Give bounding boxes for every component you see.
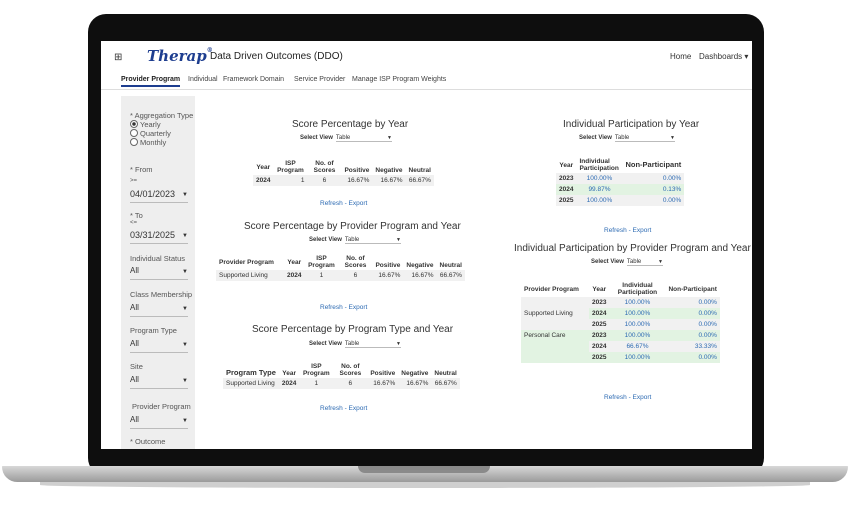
class-membership-label: Class Membership (130, 290, 193, 299)
table-row: Supported Living 2024 1 6 16.67% 16.67% 66.67% (223, 378, 460, 390)
to-operator: <= (130, 220, 138, 226)
filter-sidebar: * Aggregation Type Yearly Quarterly Mont… (121, 96, 195, 449)
site-select[interactable]: All ▼ (130, 375, 188, 389)
score-by-year-table: Year ISP Program No. of Scores Positive Nega… (253, 159, 434, 187)
page-title: Data Driven Outcomes (DDO) (210, 51, 343, 62)
radio-unchecked-icon (130, 138, 138, 146)
radio-monthly[interactable]: Monthly (130, 138, 166, 147)
tab-bar: Provider Program Individual Framework Do… (101, 73, 752, 90)
chevron-down-icon: ▼ (182, 418, 188, 424)
tab-individual[interactable]: Individual (188, 76, 218, 83)
individual-status-label: Individual Status (130, 254, 186, 263)
refresh-export-link[interactable]: Refresh - Export (320, 304, 367, 311)
select-view-participation-provider[interactable]: Select View Table ▼ (591, 259, 663, 266)
table-row: 2024 99.87% 0.13% (556, 184, 685, 196)
from-operator: >= (130, 178, 138, 184)
refresh-export-link[interactable]: Refresh - Export (320, 405, 367, 412)
chevron-down-icon: ▼ (182, 306, 188, 312)
radio-checked-icon (130, 120, 138, 128)
app-grid-icon[interactable]: ⊞ (114, 52, 122, 63)
score-by-provider-title: Score Percentage by Provider Program and… (244, 221, 461, 232)
select-view-participation-year[interactable]: Select View Table ▼ (579, 135, 675, 142)
tab-manage-isp-program-weights[interactable]: Manage ISP Program Weights (352, 76, 446, 83)
table-row: 2025 100.00% 0.00% (556, 195, 685, 207)
participation-by-year-table: Year Individual Participation Non-Particip… (556, 157, 685, 207)
site-label: Site (130, 362, 143, 371)
select-view-score-provider[interactable]: Select View Table ▼ (309, 237, 401, 244)
chevron-down-icon: ▼ (182, 192, 188, 198)
laptop-shadow (40, 482, 810, 488)
tab-framework-domain[interactable]: Framework Domain (223, 76, 284, 83)
score-by-provider-table: Provider Program Year ISP Program No. of Sc… (216, 254, 465, 282)
from-date-field[interactable]: 04/01/2023 ▼ (130, 189, 188, 203)
therap-logo[interactable]: Therap® (147, 47, 213, 65)
aggregation-type-label: * Aggregation Type (130, 111, 194, 120)
participation-by-provider-table: Provider Program Year Individual Participa… (521, 281, 720, 364)
refresh-export-link[interactable]: Refresh - Export (604, 227, 651, 234)
chevron-down-icon: ▼ (182, 378, 188, 384)
chevron-down-icon: ▼ (182, 342, 188, 348)
class-membership-select[interactable]: All ▼ (130, 303, 188, 317)
app-header: ⊞ Therap® Data Driven Outcomes (DDO) Hom… (101, 41, 752, 73)
provider-program-label: Provider Program (132, 402, 191, 411)
table-row: 2024 1 6 16.67% 16.67% 66.67% (253, 175, 434, 187)
to-date-field[interactable]: 03/31/2025 ▼ (130, 230, 188, 244)
chevron-down-icon: ▼ (395, 341, 401, 347)
individual-status-select[interactable]: All ▼ (130, 266, 188, 280)
chevron-down-icon: ▼ (182, 269, 188, 275)
tab-service-provider[interactable]: Service Provider (294, 76, 345, 83)
provider-program-select[interactable]: All ▼ (130, 415, 188, 429)
radio-yearly[interactable]: Yearly (130, 120, 161, 129)
select-view-score-year[interactable]: Select View Table ▼ (300, 135, 392, 142)
participation-by-provider-title: Individual Participation by Provider Pro… (514, 243, 751, 254)
refresh-export-link[interactable]: Refresh - Export (320, 200, 367, 207)
screen: ⊞ Therap® Data Driven Outcomes (DDO) Hom… (101, 41, 752, 449)
table-row: 2023 100.00% 0.00% (556, 173, 685, 185)
radio-unchecked-icon (130, 129, 138, 137)
participation-by-year-title: Individual Participation by Year (563, 119, 700, 130)
dashboards-menu[interactable]: Dashboards ▾ (699, 52, 748, 61)
chevron-down-icon: ▼ (657, 259, 663, 265)
home-link[interactable]: Home (670, 52, 691, 61)
select-view-score-program-type[interactable]: Select View Table ▼ (309, 341, 401, 348)
chevron-down-icon: ▼ (386, 135, 392, 141)
program-type-select[interactable]: All ▼ (130, 339, 188, 353)
laptop-notch (358, 466, 490, 473)
refresh-export-link[interactable]: Refresh - Export (604, 394, 651, 401)
radio-quarterly[interactable]: Quarterly (130, 129, 171, 138)
outcome-label: * Outcome (130, 437, 166, 446)
chevron-down-icon: ▼ (669, 135, 675, 141)
chevron-down-icon: ▼ (182, 233, 188, 239)
table-row: Supported Living 2023 100.00% 0.00% (521, 297, 720, 331)
chevron-down-icon: ▼ (395, 237, 401, 243)
score-by-program-type-table: Program Type Year ISP Program No. of Scores… (223, 362, 460, 390)
table-row: Personal Care 2023 100.00% 0.00% (521, 330, 720, 364)
tab-provider-program[interactable]: Provider Program (121, 76, 181, 87)
score-by-year-title: Score Percentage by Year (292, 119, 409, 130)
score-by-program-type-title: Score Percentage by Program Type and Yea… (252, 324, 454, 335)
to-label: * To (130, 211, 143, 220)
from-label: * From (130, 165, 153, 174)
program-type-label: Program Type (130, 326, 177, 335)
table-row: Supported Living 2024 1 6 16.67% 16.67% 66.67% (216, 270, 465, 282)
